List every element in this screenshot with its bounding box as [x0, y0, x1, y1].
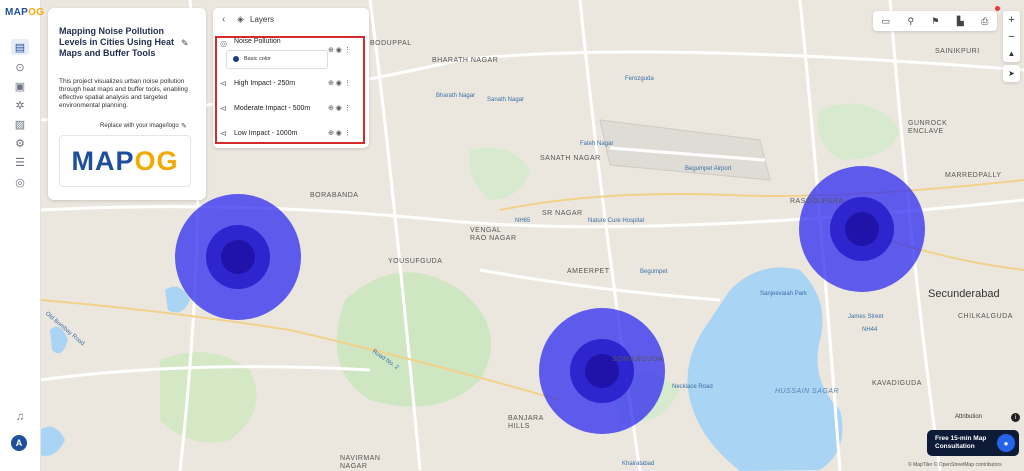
- map-label-sanjeevaiah-park: Sanjeevaiah Park: [760, 291, 808, 297]
- map-label-necklace-road: Necklace Road: [672, 384, 713, 390]
- map-label-banjara-hills: BANJARA HILLS: [508, 415, 544, 430]
- zoom-out-button[interactable]: −: [1008, 28, 1014, 45]
- project-title: Mapping Noise Pollution Levels in Cities…: [59, 26, 175, 58]
- layer-name: Noise Pollution: [234, 38, 281, 45]
- layers-title: Layers: [250, 15, 275, 24]
- map-credits: © MapTiler © OpenStreetMap contributors: [908, 462, 1002, 468]
- map-label-borabanda: BORABANDA: [310, 192, 359, 199]
- map-label-vengal-rao-nagar: VENGAL RAO NAGAR: [470, 227, 517, 242]
- app-logo-main: MAP: [5, 7, 29, 18]
- layer-actions[interactable]: ⊕ ◉ ⋮: [328, 46, 351, 54]
- project-logo-accent: OG: [134, 145, 179, 176]
- layer-name: Low Impact - 1000m: [234, 130, 298, 137]
- location-pin-icon[interactable]: ⊙: [11, 59, 29, 75]
- map-label-ferozguda: Ferozguda: [625, 76, 654, 82]
- app-logo[interactable]: MAPOG: [5, 7, 44, 18]
- map-label-sanath-nagar-stop: Sanath Nagar: [487, 97, 525, 103]
- layer-row-low-impact[interactable]: ⊲ Low Impact - 1000m ⊕ ◉ ⋮: [219, 128, 364, 142]
- map-label-nature-cure: Nature Cure Hospital: [588, 218, 645, 224]
- map-label-sainikpuri: SAINIKPURI: [935, 48, 980, 55]
- map-label-begumpet: Begumpet: [640, 269, 668, 275]
- map-label-boduppal: BODUPPAL: [370, 40, 412, 47]
- map-label-secunderabad: Secunderabad: [928, 288, 1000, 300]
- gear-icon[interactable]: ⚙: [11, 135, 29, 151]
- settings-cog-icon[interactable]: ✲: [11, 97, 29, 113]
- map-label-chilkalguda: CHILKALGUDA: [958, 313, 1013, 320]
- map-label-james-street: James Street: [848, 314, 884, 320]
- print-icon[interactable]: ⎙: [981, 16, 988, 27]
- edit-title-pencil-icon[interactable]: ✎: [181, 38, 189, 49]
- attribution-link[interactable]: Attribution: [955, 414, 982, 420]
- map-label-nh-65: NH65: [515, 218, 531, 224]
- map-label-ameerpet: AMEERPET: [567, 268, 610, 275]
- search-icon[interactable]: ⚲: [908, 16, 915, 27]
- map-label-fateh-nagar: Fateh Nagar: [580, 141, 614, 147]
- map-label-khairatabad: Khairatabad: [622, 461, 655, 467]
- buffer-tool-icon: ⊲: [220, 79, 227, 88]
- map-label-marredpally: MARREDPALLY: [945, 172, 1002, 179]
- notification-dot: [995, 6, 1000, 11]
- map-label-hussain-sagar: Hussain Sagar: [775, 388, 840, 395]
- back-chevron-icon[interactable]: ‹: [222, 14, 225, 25]
- building-icon[interactable]: ▙: [957, 16, 964, 27]
- map-label-kavadiguda: KAVADIGUDA: [872, 380, 922, 387]
- image-icon[interactable]: ▨: [11, 116, 29, 132]
- chat-bubble-icon[interactable]: ●: [997, 434, 1015, 452]
- layer-actions[interactable]: ⊕ ◉ ⋮: [328, 104, 351, 112]
- map-label-navirman-nagar: NAVIRMAN NAGAR: [340, 455, 381, 470]
- locate-control: ➤: [1003, 65, 1020, 82]
- left-sidebar: MAPOG ▤ ⊙ ▣ ✲ ▨ ⚙ ☰ ◎ ♫ A: [0, 0, 44, 471]
- layer-name: High Impact - 250m: [234, 80, 296, 87]
- replace-logo-link[interactable]: Replace with your image/logo: [100, 123, 179, 129]
- location-pin-icon: ◎: [220, 39, 227, 48]
- map-label-somajiguda: SOMAJIGUDA: [612, 356, 664, 363]
- avatar[interactable]: A: [11, 435, 27, 451]
- report-icon[interactable]: ☰: [11, 154, 29, 170]
- locate-button[interactable]: ➤: [1008, 65, 1015, 82]
- zoom-controls: + − ▲: [1003, 11, 1020, 62]
- project-description: This project visualizes urban noise poll…: [59, 78, 188, 109]
- globe-icon[interactable]: ◎: [11, 174, 29, 190]
- map-label-begumpet-airport: Begumpet Airport: [685, 166, 732, 172]
- map-label-bharath-nagar-stop: Bharath Nagar: [436, 93, 476, 99]
- app-logo-accent: OG: [28, 7, 45, 18]
- layer-name: Moderate Impact - 500m: [234, 105, 311, 112]
- legend-label: Basic color: [244, 56, 271, 62]
- consultation-button[interactable]: Free 15-min Map Consultation ●: [927, 430, 1019, 456]
- project-logo[interactable]: MAP OG: [59, 135, 191, 187]
- buffer-tool-icon: ⊲: [220, 129, 227, 138]
- map-label-rasoolpura: RASOOLPURA: [790, 198, 844, 205]
- layer-legend-basic-color[interactable]: Basic color: [226, 50, 328, 69]
- zoom-in-button[interactable]: +: [1008, 11, 1014, 28]
- bell-icon[interactable]: ♫: [11, 409, 29, 425]
- pin-icon[interactable]: ⚑: [931, 16, 939, 27]
- map-label-sanath-nagar: SANATH NAGAR: [540, 155, 601, 162]
- map-label-sr-nagar: SR NAGAR: [542, 210, 583, 217]
- buffer-tool-icon: ⊲: [220, 104, 227, 113]
- project-logo-main: MAP: [71, 145, 135, 176]
- map-label-bharath-nagar: BHARATH NAGAR: [432, 57, 499, 64]
- info-icon[interactable]: i: [1011, 413, 1020, 422]
- map-label-yousufguda: YOUSUFGUDA: [388, 258, 443, 265]
- layer-actions[interactable]: ⊕ ◉ ⋮: [328, 79, 351, 87]
- project-info-panel: Mapping Noise Pollution Levels in Cities…: [48, 8, 206, 200]
- layer-actions[interactable]: ⊕ ◉ ⋮: [328, 129, 351, 137]
- consultation-label: Free 15-min Map Consultation: [935, 435, 987, 450]
- measure-icon[interactable]: ▭: [882, 16, 891, 27]
- layers-stack-icon: ◈: [237, 14, 244, 24]
- document-icon[interactable]: ▣: [11, 78, 29, 94]
- replace-logo-pencil-icon[interactable]: ✎: [181, 122, 187, 130]
- layer-row-moderate-impact[interactable]: ⊲ Moderate Impact - 500m ⊕ ◉ ⋮: [219, 103, 364, 117]
- map-icon[interactable]: ▤: [11, 39, 29, 55]
- legend-color-swatch: [233, 56, 239, 62]
- map-label-nh-44: NH44: [862, 327, 878, 333]
- compass-button[interactable]: ▲: [1008, 45, 1016, 62]
- map-label-gunrock-enclave: GUNROCK ENCLAVE: [908, 120, 948, 135]
- map-toolbar: ▭ ⚲ ⚑ ▙ ⎙: [873, 11, 997, 31]
- layer-row-high-impact[interactable]: ⊲ High Impact - 250m ⊕ ◉ ⋮: [219, 78, 364, 92]
